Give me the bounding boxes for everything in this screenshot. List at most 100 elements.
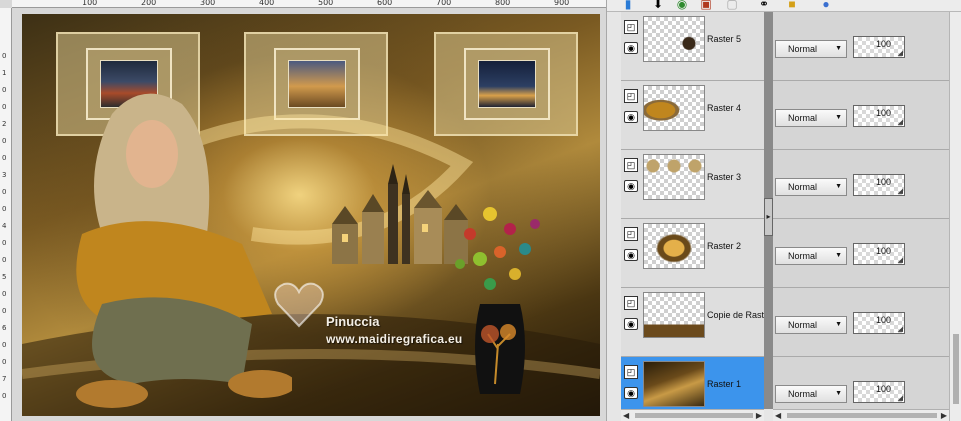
blend-mode-dropdown[interactable]: Normal ▼ bbox=[775, 178, 847, 196]
scroll-left-icon[interactable]: ◀ bbox=[623, 410, 629, 421]
palette-toolbar: ▮ ⬇ ◉ ▣ ▢ ⚭ ■ ● bbox=[607, 0, 961, 12]
watermark-name: Pinuccia bbox=[326, 314, 380, 329]
layer-name: Raster 4 bbox=[707, 103, 742, 113]
blend-mode-value: Normal bbox=[788, 251, 818, 261]
ruler-label: 200 bbox=[141, 0, 157, 7]
ruler-digit: 0 bbox=[2, 290, 7, 298]
ruler-digit: 0 bbox=[2, 137, 7, 145]
eye-icon[interactable]: ◉ bbox=[624, 111, 638, 123]
layer-group-icon[interactable]: ◰ bbox=[624, 158, 638, 172]
app-window: 100 200 300 400 500 600 700 800 900 0 100 200 3 0 0 40… bbox=[0, 0, 961, 421]
lock-icon[interactable]: ■ bbox=[785, 0, 799, 11]
blend-mode-value: Normal bbox=[788, 182, 818, 192]
ruler-digit: 0 bbox=[2, 256, 7, 264]
layer-name: Copie de Raste bbox=[707, 310, 770, 320]
layer-row[interactable]: ◰ ◉ Copie de Raste bbox=[621, 288, 771, 357]
ruler-digit: 3 bbox=[2, 171, 7, 179]
layer-group-icon[interactable]: ◰ bbox=[624, 227, 638, 241]
layer-group-icon[interactable]: ◰ bbox=[624, 89, 638, 103]
layer-row[interactable]: ◰ ◉ Raster 3 bbox=[621, 150, 771, 219]
blend-mode-dropdown[interactable]: Normal ▼ bbox=[775, 316, 847, 334]
chevron-down-icon: ▼ bbox=[835, 252, 842, 259]
ruler-digit: 7 bbox=[2, 375, 7, 383]
layer-list-horizontal-scrollbar[interactable]: ◀ ▶ bbox=[621, 409, 764, 421]
layer-thumbnail bbox=[643, 292, 705, 338]
merge-down-icon[interactable]: ⬇ bbox=[651, 0, 665, 11]
scroll-left-icon[interactable]: ◀ bbox=[775, 410, 781, 421]
chevron-down-icon: ▼ bbox=[835, 114, 842, 121]
opacity-slider[interactable]: 100 ◢ bbox=[853, 243, 905, 265]
ruler-digit: 0 bbox=[2, 154, 7, 162]
globe-icon[interactable]: ● bbox=[819, 0, 833, 11]
opacity-slider[interactable]: 100 ◢ bbox=[853, 381, 905, 403]
layer-properties-list: Normal ▼ 100 ◢ Normal ▼ 100 ◢ Normal ▼ 100 ◢ Normal ▼… bbox=[773, 12, 949, 409]
divider-handle-icon[interactable]: ▸ bbox=[764, 198, 773, 236]
blend-mode-value: Normal bbox=[788, 113, 818, 123]
opacity-slider[interactable]: 100 ◢ bbox=[853, 105, 905, 127]
opacity-value: 100 bbox=[876, 315, 892, 325]
visibility-icon[interactable]: ◉ bbox=[675, 0, 689, 11]
layer-group-icon[interactable]: ◰ bbox=[624, 20, 638, 34]
heart-logo-watermark bbox=[274, 282, 324, 328]
layer-name: Raster 1 bbox=[707, 379, 742, 389]
palette-vertical-scrollbar[interactable] bbox=[949, 12, 961, 421]
eye-icon[interactable]: ◉ bbox=[624, 249, 638, 261]
scroll-right-icon[interactable]: ▶ bbox=[756, 410, 762, 421]
eye-icon[interactable]: ◉ bbox=[624, 387, 638, 399]
ruler-digit: 0 bbox=[2, 307, 7, 315]
layer-row[interactable]: ◰ ◉ Raster 4 bbox=[621, 81, 771, 150]
blend-mode-value: Normal bbox=[788, 389, 818, 399]
layer-thumbnail bbox=[643, 154, 705, 200]
layer-properties-row: Normal ▼ 100 ◢ bbox=[773, 219, 949, 288]
resize-corner-icon: ◢ bbox=[897, 188, 903, 195]
eye-icon[interactable]: ◉ bbox=[624, 42, 638, 54]
scroll-right-icon[interactable]: ▶ bbox=[941, 410, 947, 421]
chevron-down-icon: ▼ bbox=[835, 321, 842, 328]
layer-row[interactable]: ◰ ◉ Raster 2 bbox=[621, 219, 771, 288]
layer-row[interactable]: ◰ ◉ Raster 1 bbox=[621, 357, 771, 409]
properties-horizontal-scrollbar[interactable]: ◀ ▶ bbox=[773, 409, 949, 421]
opacity-slider[interactable]: 100 ◢ bbox=[853, 174, 905, 196]
horizontal-ruler: 100 200 300 400 500 600 700 800 900 bbox=[12, 0, 606, 8]
layer-properties-row: Normal ▼ 100 ◢ bbox=[773, 288, 949, 357]
mask-icon[interactable]: ▢ bbox=[725, 0, 739, 11]
layer-row[interactable]: ◰ ◉ Raster 5 bbox=[621, 12, 771, 81]
eye-icon[interactable]: ◉ bbox=[624, 318, 638, 330]
layer-group-icon[interactable]: ◰ bbox=[624, 365, 638, 379]
new-layer-icon[interactable]: ▮ bbox=[621, 0, 635, 11]
vase-with-flowers bbox=[455, 207, 540, 394]
opacity-value: 100 bbox=[876, 246, 892, 256]
ruler-digit: 6 bbox=[2, 324, 7, 332]
layers-palette: ▮ ⬇ ◉ ▣ ▢ ⚭ ■ ● ◰ ◉ Raster 5 ◰ ◉ Raster 4 ◰ ◉ Ra… bbox=[606, 0, 961, 421]
eye-icon[interactable]: ◉ bbox=[624, 180, 638, 192]
opacity-slider[interactable]: 100 ◢ bbox=[853, 312, 905, 334]
resize-corner-icon: ◢ bbox=[897, 326, 903, 333]
scroll-thumb[interactable] bbox=[635, 413, 753, 418]
vertical-scroll-thumb[interactable] bbox=[953, 334, 959, 404]
resize-corner-icon: ◢ bbox=[897, 395, 903, 402]
ruler-digit: 5 bbox=[2, 273, 7, 281]
vertical-ruler: 0 1 0 0 2 0 0 3 0 0 4 0 0 5 0 0 6 0 0 7 0 bbox=[0, 8, 12, 421]
link-icon[interactable]: ⚭ bbox=[757, 0, 771, 11]
layer-properties-row: Normal ▼ 100 ◢ bbox=[773, 12, 949, 81]
ruler-label: 400 bbox=[259, 0, 275, 7]
ruler-digit: 0 bbox=[2, 392, 7, 400]
blend-mode-dropdown[interactable]: Normal ▼ bbox=[775, 40, 847, 58]
layer-properties-row: Normal ▼ 100 ◢ bbox=[773, 150, 949, 219]
delete-layer-icon[interactable]: ▣ bbox=[699, 0, 713, 11]
scroll-thumb[interactable] bbox=[787, 413, 937, 418]
blend-mode-dropdown[interactable]: Normal ▼ bbox=[775, 385, 847, 403]
blend-mode-dropdown[interactable]: Normal ▼ bbox=[775, 247, 847, 265]
layer-name: Raster 5 bbox=[707, 34, 742, 44]
layer-name: Raster 2 bbox=[707, 241, 742, 251]
ruler-label: 900 bbox=[554, 0, 570, 7]
canvas-pane[interactable]: 100 200 300 400 500 600 700 800 900 010020030040… bbox=[0, 0, 606, 421]
composition-image[interactable]: Pinuccia www.maidiregrafica.eu bbox=[22, 14, 600, 416]
layer-group-icon[interactable]: ◰ bbox=[624, 296, 638, 310]
opacity-value: 100 bbox=[876, 384, 892, 394]
opacity-slider[interactable]: 100 ◢ bbox=[853, 36, 905, 58]
palette-divider[interactable]: ▸ bbox=[764, 12, 773, 409]
blend-mode-dropdown[interactable]: Normal ▼ bbox=[775, 109, 847, 127]
watermark-site: www.maidiregrafica.eu bbox=[326, 332, 463, 346]
layer-name: Raster 3 bbox=[707, 172, 742, 182]
